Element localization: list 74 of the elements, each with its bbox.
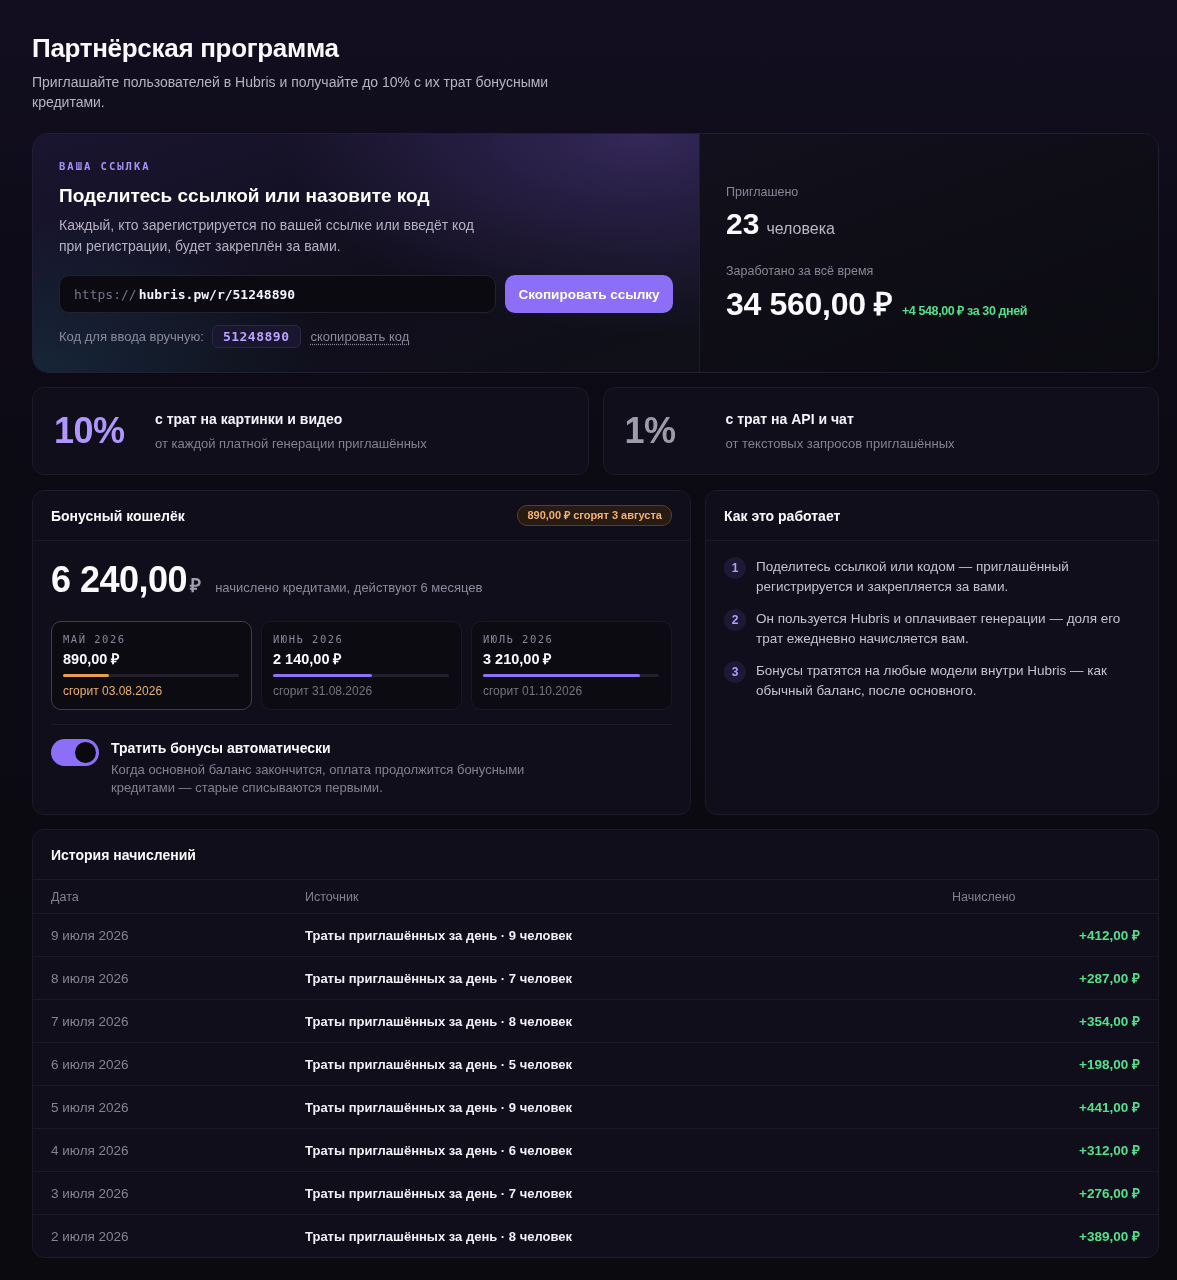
earned-label: Заработано за всё время bbox=[726, 263, 874, 279]
step-number: 3 bbox=[724, 661, 746, 683]
earned-delta: +4 548,00 ₽ за 30 дней bbox=[901, 303, 1028, 319]
step-text: Он пользуется Hubris и оплачивает генерации — доля его трат ежедневно начисляется вам. bbox=[756, 610, 1122, 648]
bonus-balance: 6 240,00 bbox=[51, 560, 188, 600]
amount-cell-text: +354,00 ₽ bbox=[1079, 1013, 1140, 1030]
referral-code: 51248890 bbox=[211, 325, 301, 348]
rate-percent: 1% bbox=[624, 410, 677, 452]
step-text: Поделитесь ссылкой или кодом — приглашённый регистрируется и закрепляется за вами. bbox=[756, 558, 1070, 596]
page-title: Партнёрская программа bbox=[32, 32, 340, 64]
source-cell-text: Траты приглашённых за день · 7 человек bbox=[305, 1185, 573, 1201]
column-header: Начислено bbox=[952, 889, 1017, 904]
batch-amount: 3 210,00 ₽ bbox=[483, 650, 553, 668]
rate-description: от каждой платной генерации приглашённых bbox=[155, 436, 427, 452]
section-label: ВАША ССЫЛКА bbox=[59, 159, 152, 173]
column-header: Дата bbox=[51, 889, 80, 904]
auto-spend-toggle[interactable] bbox=[51, 739, 99, 766]
batch-month: ИЮЛЬ 2026 bbox=[483, 632, 555, 646]
batch-month: ИЮНЬ 2026 bbox=[273, 632, 345, 646]
date-cell-text: 2 июля 2026 bbox=[51, 1228, 130, 1244]
page-subtitle: Приглашайте пользователей в Hubris и получайте до 10% с их трат бонусными кредитами. bbox=[32, 73, 550, 112]
amount-cell-text: +198,00 ₽ bbox=[1079, 1056, 1140, 1073]
copy-code-link[interactable]: скопировать код bbox=[310, 329, 410, 344]
source-cell-text: Траты приглашённых за день · 9 человек bbox=[305, 927, 573, 943]
batch-amount: 890,00 ₽ bbox=[63, 650, 121, 668]
how-it-works-title: Как это работает bbox=[724, 507, 841, 524]
link-field[interactable]: https://hubris.pw/r/51248890 bbox=[59, 275, 496, 313]
share-title: Поделитесь ссылкой или назовите код bbox=[59, 185, 431, 207]
step-text: Бонусы тратятся на любые модели внутри Hubris — как обычный баланс, после основного. bbox=[756, 662, 1108, 700]
date-cell-text: 5 июля 2026 bbox=[51, 1099, 130, 1115]
date-cell-text: 4 июля 2026 bbox=[51, 1142, 130, 1158]
expiry-badge: 890,00 ₽ сгорят 3 августа bbox=[517, 505, 672, 526]
rate-percent: 10% bbox=[54, 410, 126, 452]
wallet-title: Бонусный кошелёк bbox=[51, 507, 185, 524]
amount-cell-text: +412,00 ₽ bbox=[1079, 927, 1140, 944]
batch-amount: 2 140,00 ₽ bbox=[273, 650, 343, 668]
copy-link-button[interactable]: Скопировать ссылку bbox=[505, 275, 673, 313]
date-cell-text: 9 июля 2026 bbox=[51, 927, 130, 943]
amount-cell-text: +312,00 ₽ bbox=[1079, 1142, 1140, 1159]
batch-expiry: сгорит 01.10.2026 bbox=[483, 683, 584, 699]
batch-expiry: сгорит 31.08.2026 bbox=[273, 683, 374, 699]
code-label: Код для ввода вручную: bbox=[59, 329, 204, 344]
date-cell-text: 3 июля 2026 bbox=[51, 1185, 130, 1201]
share-description: Каждый, кто зарегистрируется по вашей ссылке или введёт код при регистрации, будет закреплён за вами. bbox=[59, 216, 475, 256]
history-title: История начислений bbox=[51, 846, 196, 863]
invited-unit: человека bbox=[766, 220, 835, 238]
source-cell-text: Траты приглашённых за день · 6 человек bbox=[305, 1142, 573, 1158]
amount-cell-text: +287,00 ₽ bbox=[1079, 970, 1140, 987]
balance-note: начислено кредитами, действуют 6 месяцев bbox=[215, 580, 483, 595]
source-cell-text: Траты приглашённых за день · 8 человек bbox=[305, 1013, 573, 1029]
step-number: 2 bbox=[724, 609, 746, 631]
auto-spend-description: Когда основной баланс закончится, оплата продолжится бонусными кредитами — старые списываются первыми. bbox=[111, 761, 526, 797]
step-number: 1 bbox=[724, 557, 746, 579]
invited-label: Приглашено bbox=[726, 184, 799, 200]
amount-cell-text: +441,00 ₽ bbox=[1079, 1099, 1140, 1116]
rate-title: с трат на картинки и видео bbox=[155, 410, 344, 428]
source-cell-text: Траты приглашённых за день · 8 человек bbox=[305, 1228, 573, 1244]
column-header: Источник bbox=[305, 889, 360, 904]
invited-count: 23 bbox=[726, 206, 760, 242]
date-cell-text: 6 июля 2026 bbox=[51, 1056, 130, 1072]
rate-title: с трат на API и чат bbox=[725, 410, 855, 428]
batch-month: МАЙ 2026 bbox=[63, 632, 127, 646]
currency-sign: ₽ bbox=[190, 574, 202, 598]
earned-total: 34 560,00 ₽ bbox=[726, 285, 893, 323]
source-cell-text: Траты приглашённых за день · 5 человек bbox=[305, 1056, 573, 1072]
date-cell-text: 7 июля 2026 bbox=[51, 1013, 130, 1029]
amount-cell-text: +389,00 ₽ bbox=[1079, 1228, 1140, 1245]
source-cell-text: Траты приглашённых за день · 9 человек bbox=[305, 1099, 573, 1115]
auto-spend-label: Тратить бонусы автоматически bbox=[111, 739, 332, 757]
date-cell-text: 8 июля 2026 bbox=[51, 970, 130, 986]
source-cell-text: Траты приглашённых за день · 7 человек bbox=[305, 970, 573, 986]
amount-cell-text: +276,00 ₽ bbox=[1079, 1185, 1140, 1202]
rate-description: от текстовых запросов приглашённых bbox=[725, 436, 955, 452]
batch-expiry: сгорит 03.08.2026 bbox=[63, 683, 164, 699]
